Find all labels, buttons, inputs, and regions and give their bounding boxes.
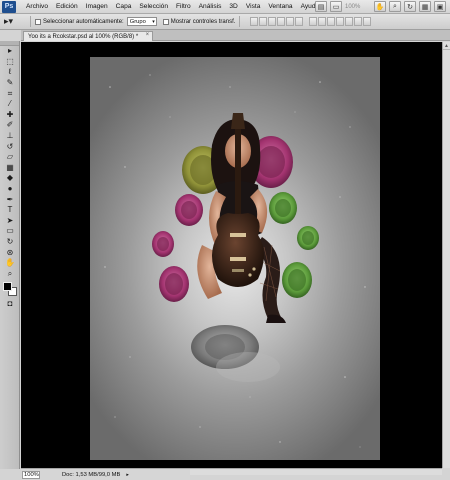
document-tab-title: Yoo its a Rcokstar.psd al 100% (RGB/8) *: [28, 33, 139, 40]
menu-3d[interactable]: 3D: [225, 3, 241, 10]
zoom-level-field[interactable]: 100%: [345, 2, 371, 12]
history-brush-tool-icon[interactable]: ↺: [0, 141, 20, 152]
distribute-buttons: [309, 17, 372, 26]
auto-select-checkbox[interactable]: Seleccionar automáticamente:: [35, 18, 124, 25]
3d-orbit-tool-icon[interactable]: ⊛: [0, 247, 20, 258]
brush-tool-icon[interactable]: ✐: [0, 120, 20, 131]
foreground-color-swatch[interactable]: [3, 282, 12, 292]
tools-panel: ▸ ⬚ ℓ ✎ ⌗ ⁄ ✚ ✐ ⊥ ↺ ▱ ▦ ◆ ● ✒ T ➤ ▭ ↻ ⊛ ✋ ⌕ ◘: [0, 41, 20, 469]
vertical-scrollbar[interactable]: ▲: [442, 42, 450, 468]
marquee-tool-icon[interactable]: ⬚: [0, 57, 20, 68]
menu-items: Archivo Edición Imagen Capa Selección Fi…: [22, 3, 323, 10]
document-info: Doc: 1,53 MB/99,0 MB: [62, 471, 121, 478]
align-right-icon[interactable]: [295, 17, 304, 26]
rotate-view-icon[interactable]: ↻: [404, 1, 416, 12]
eyedropper-tool-icon[interactable]: ⁄: [0, 99, 20, 110]
zoom-icon[interactable]: ⌕: [389, 1, 401, 12]
blur-tool-icon[interactable]: ◆: [0, 173, 20, 184]
distribute-left-icon[interactable]: [336, 17, 345, 26]
clone-stamp-tool-icon[interactable]: ⊥: [0, 131, 20, 142]
quick-mask-icon[interactable]: ◘: [0, 299, 20, 310]
menu-edicion[interactable]: Edición: [52, 3, 82, 10]
arrange-documents-icon[interactable]: ▦: [419, 1, 431, 12]
menu-capa[interactable]: Capa: [112, 3, 136, 10]
menu-filtro[interactable]: Filtro: [172, 3, 195, 10]
pen-tool-icon[interactable]: ✒: [0, 194, 20, 205]
menu-bar: Ps Archivo Edición Imagen Capa Selección…: [0, 0, 450, 14]
close-icon[interactable]: ×: [146, 32, 150, 38]
auto-select-value: Grupo: [129, 18, 146, 25]
auto-select-dropdown[interactable]: Grupo ▾: [126, 17, 157, 26]
shape-tool-icon[interactable]: ▭: [0, 226, 20, 237]
align-buttons: [250, 17, 304, 26]
distribute-right-icon[interactable]: [354, 17, 363, 26]
divider: [239, 16, 241, 27]
color-swatches: [0, 279, 19, 299]
canvas-area[interactable]: [21, 42, 442, 468]
workspace-icon[interactable]: ▣: [434, 1, 446, 12]
distribute-bottom-icon[interactable]: [327, 17, 336, 26]
align-top-icon[interactable]: [250, 17, 259, 26]
hand-tool-icon[interactable]: ✋: [0, 258, 20, 269]
menu-ventana[interactable]: Ventana: [264, 3, 296, 10]
align-middle-icon[interactable]: [259, 17, 268, 26]
artwork: [104, 74, 366, 448]
move-tool-icon[interactable]: ▸: [0, 46, 20, 57]
menu-imagen[interactable]: Imagen: [82, 3, 112, 10]
menu-archivo[interactable]: Archivo: [22, 3, 52, 10]
eraser-tool-icon[interactable]: ▱: [0, 152, 20, 163]
chevron-down-icon: ▾: [152, 18, 155, 25]
healing-brush-tool-icon[interactable]: ✚: [0, 110, 20, 121]
checkbox-box[interactable]: [162, 18, 169, 25]
status-menu-arrow-icon[interactable]: ▸: [126, 472, 129, 478]
show-transform-label: Mostrar controles transf.: [170, 18, 236, 25]
lasso-tool-icon[interactable]: ℓ: [0, 67, 20, 78]
zoom-tool-icon[interactable]: ⌕: [0, 268, 20, 279]
scroll-up-icon[interactable]: ▲: [443, 42, 450, 50]
photoshop-logo: Ps: [2, 0, 16, 13]
align-center-icon[interactable]: [286, 17, 295, 26]
document-tab[interactable]: Yoo its a Rcokstar.psd al 100% (RGB/8) *…: [23, 31, 154, 41]
hand-icon[interactable]: ✋: [374, 1, 386, 12]
move-tool-preset-icon[interactable]: ▸▾: [4, 16, 26, 28]
auto-align-icon[interactable]: [363, 17, 372, 26]
auto-select-label: Seleccionar automáticamente:: [43, 18, 124, 25]
view-extras-icon[interactable]: ▤: [315, 1, 327, 12]
distribute-top-icon[interactable]: [309, 17, 318, 26]
show-transform-checkbox[interactable]: Mostrar controles transf.: [162, 18, 236, 25]
distribute-center-icon[interactable]: [345, 17, 354, 26]
checkbox-box[interactable]: [35, 18, 41, 25]
tool-list: ▸ ⬚ ℓ ✎ ⌗ ⁄ ✚ ✐ ⊥ ↺ ▱ ▦ ◆ ● ✒ T ➤ ▭ ↻ ⊛ ✋ ⌕: [0, 46, 19, 279]
crop-tool-icon[interactable]: ⌗: [0, 88, 20, 99]
document-canvas[interactable]: [90, 57, 380, 460]
menu-vista[interactable]: Vista: [242, 3, 265, 10]
zoom-input[interactable]: 100%: [22, 470, 40, 479]
menu-analisis[interactable]: Análisis: [195, 3, 226, 10]
quick-select-tool-icon[interactable]: ✎: [0, 78, 20, 89]
menu-seleccion[interactable]: Selección: [135, 3, 172, 10]
document-tab-bar: Yoo its a Rcokstar.psd al 100% (RGB/8) *…: [21, 30, 450, 41]
distribute-middle-icon[interactable]: [318, 17, 327, 26]
gradient-tool-icon[interactable]: ▦: [0, 163, 20, 174]
align-bottom-icon[interactable]: [268, 17, 277, 26]
horizontal-scrollbar[interactable]: [190, 468, 442, 475]
path-select-tool-icon[interactable]: ➤: [0, 216, 20, 227]
type-tool-icon[interactable]: T: [0, 205, 20, 216]
options-bar: ▸▾ Seleccionar automáticamente: Grupo ▾ …: [0, 14, 450, 30]
align-left-icon[interactable]: [277, 17, 286, 26]
3d-rotate-tool-icon[interactable]: ↻: [0, 237, 20, 248]
application-bar: ▤ ▭ 100% ✋ ⌕ ↻ ▦ ▣: [315, 1, 446, 12]
dodge-tool-icon[interactable]: ●: [0, 184, 20, 195]
screen-mode-icon[interactable]: ▭: [330, 1, 342, 12]
status-bar: 100% Doc: 1,53 MB/99,0 MB ▸: [21, 468, 190, 480]
divider: [30, 16, 31, 27]
